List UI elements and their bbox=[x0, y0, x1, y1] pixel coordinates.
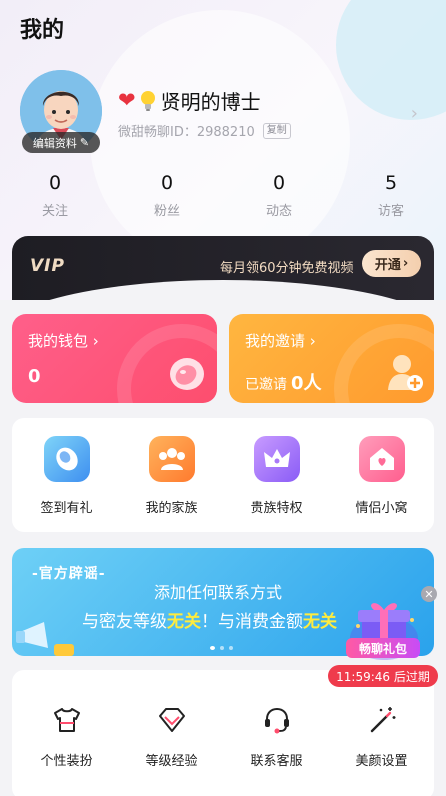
notice-line-2: 与密友等级无关！与消费金额无关 bbox=[82, 607, 337, 632]
feature-label: 签到有礼 bbox=[40, 501, 93, 516]
carousel-dot bbox=[220, 646, 224, 650]
pencil-icon: ✎ bbox=[79, 136, 90, 149]
notice-highlight: 无关 bbox=[303, 612, 337, 632]
tool-support[interactable]: 联系客服 bbox=[224, 704, 329, 769]
tool-label: 联系客服 bbox=[250, 754, 303, 769]
feature-label: 贵族特权 bbox=[250, 501, 303, 516]
lightbulb-icon bbox=[139, 90, 157, 112]
notice-text: ！与消费金额 bbox=[201, 612, 303, 632]
vip-open-button[interactable]: 开通 › bbox=[362, 250, 421, 277]
wallet-title-label: 我的钱包 bbox=[28, 332, 89, 350]
chevron-right-icon: › bbox=[402, 256, 409, 271]
user-id: 微甜畅聊ID：2988210 bbox=[118, 125, 255, 140]
copy-id-button[interactable]: 复制 bbox=[262, 122, 291, 139]
invite-title: 我的邀请 › bbox=[245, 330, 316, 351]
vip-logo: VIP bbox=[30, 256, 65, 276]
stat-value: 0 bbox=[48, 172, 62, 194]
carousel-indicator bbox=[210, 646, 233, 650]
notice-highlight: 无关 bbox=[167, 612, 201, 632]
tool-level[interactable]: 等级经验 bbox=[119, 704, 224, 769]
stat-following[interactable]: 0 关注 bbox=[15, 172, 95, 219]
stat-label: 动态 bbox=[265, 204, 292, 219]
family-icon bbox=[148, 436, 195, 482]
headset-icon bbox=[261, 704, 293, 736]
feature-label: 我的家族 bbox=[145, 501, 198, 516]
invite-count: 0人 bbox=[291, 373, 322, 394]
tool-outfit[interactable]: 个性装扮 bbox=[14, 704, 119, 769]
background-circle bbox=[90, 10, 350, 270]
invite-prefix: 已邀请 bbox=[245, 377, 287, 393]
feature-family[interactable]: 我的家族 bbox=[119, 436, 224, 516]
nickname: 贤明的博士 bbox=[160, 90, 261, 114]
home-icon bbox=[358, 436, 405, 482]
wallet-balance: 0 bbox=[28, 366, 41, 387]
close-icon[interactable]: ✕ bbox=[421, 586, 437, 602]
tshirt-icon bbox=[51, 704, 83, 736]
feature-couple-nest[interactable]: 情侣小窝 bbox=[329, 436, 434, 516]
stat-fans[interactable]: 0 粉丝 bbox=[127, 172, 207, 219]
chevron-right-icon: › bbox=[309, 332, 316, 350]
feature-grid: 签到有礼 我的家族 贵族特权 情侣小窝 bbox=[12, 418, 434, 532]
carousel-dot bbox=[229, 646, 233, 650]
tool-label: 等级经验 bbox=[145, 754, 198, 769]
heart-icon: ❤ bbox=[118, 88, 136, 112]
vip-open-label: 开通 bbox=[374, 258, 401, 273]
stat-label: 访客 bbox=[377, 204, 404, 219]
stat-label: 关注 bbox=[41, 204, 68, 219]
user-id-row: 微甜畅聊ID：2988210 复制 bbox=[118, 121, 291, 140]
nickname-row[interactable]: ❤ 贤明的博士 bbox=[118, 86, 261, 115]
invite-title-label: 我的邀请 bbox=[245, 332, 306, 350]
feature-label: 情侣小窝 bbox=[355, 501, 408, 516]
notice-text: 与密友等级 bbox=[82, 612, 167, 632]
page-title: 我的 bbox=[20, 18, 65, 43]
tool-label: 美颜设置 bbox=[355, 754, 408, 769]
carousel-dot bbox=[210, 646, 215, 650]
add-user-icon bbox=[386, 352, 424, 396]
wallet-title: 我的钱包 › bbox=[28, 330, 99, 351]
bean-icon bbox=[168, 356, 206, 396]
edit-profile-button[interactable]: 编辑资料 ✎ bbox=[22, 132, 100, 153]
feature-noble[interactable]: 贵族特权 bbox=[224, 436, 329, 516]
background-circle bbox=[336, 0, 446, 120]
gift-countdown: 11:59:46 后过期 bbox=[328, 665, 438, 687]
notice-line-1: 添加任何联系方式 bbox=[154, 583, 283, 602]
gift-pack-label[interactable]: 畅聊礼包 bbox=[346, 638, 420, 658]
stat-label: 粉丝 bbox=[153, 204, 180, 219]
magic-wand-icon bbox=[366, 704, 398, 736]
stat-value: 0 bbox=[272, 172, 286, 194]
notice-tag: -官方辟谣- bbox=[32, 566, 106, 582]
tools-card: 个性装扮 等级经验 联系客服 美颜设置 bbox=[12, 670, 434, 796]
feature-signin[interactable]: 签到有礼 bbox=[14, 436, 119, 516]
chevron-right-icon: › bbox=[92, 332, 99, 350]
crown-icon bbox=[253, 436, 300, 482]
chevron-right-icon[interactable]: › bbox=[411, 103, 418, 124]
megaphone-icon bbox=[16, 622, 74, 656]
tool-beauty[interactable]: 美颜设置 bbox=[329, 704, 434, 769]
stat-value: 5 bbox=[384, 172, 398, 194]
vip-promo-text: 每月领60分钟免费视频 bbox=[220, 261, 354, 276]
tool-label: 个性装扮 bbox=[40, 754, 93, 769]
stat-visitors[interactable]: 5 访客 bbox=[351, 172, 431, 219]
stat-posts[interactable]: 0 动态 bbox=[239, 172, 319, 219]
stat-value: 0 bbox=[160, 172, 174, 194]
gem-icon bbox=[156, 704, 188, 736]
edit-profile-label: 编辑资料 bbox=[32, 136, 77, 150]
invite-count-row: 已邀请 0人 bbox=[245, 369, 322, 395]
bean-icon bbox=[43, 436, 90, 482]
